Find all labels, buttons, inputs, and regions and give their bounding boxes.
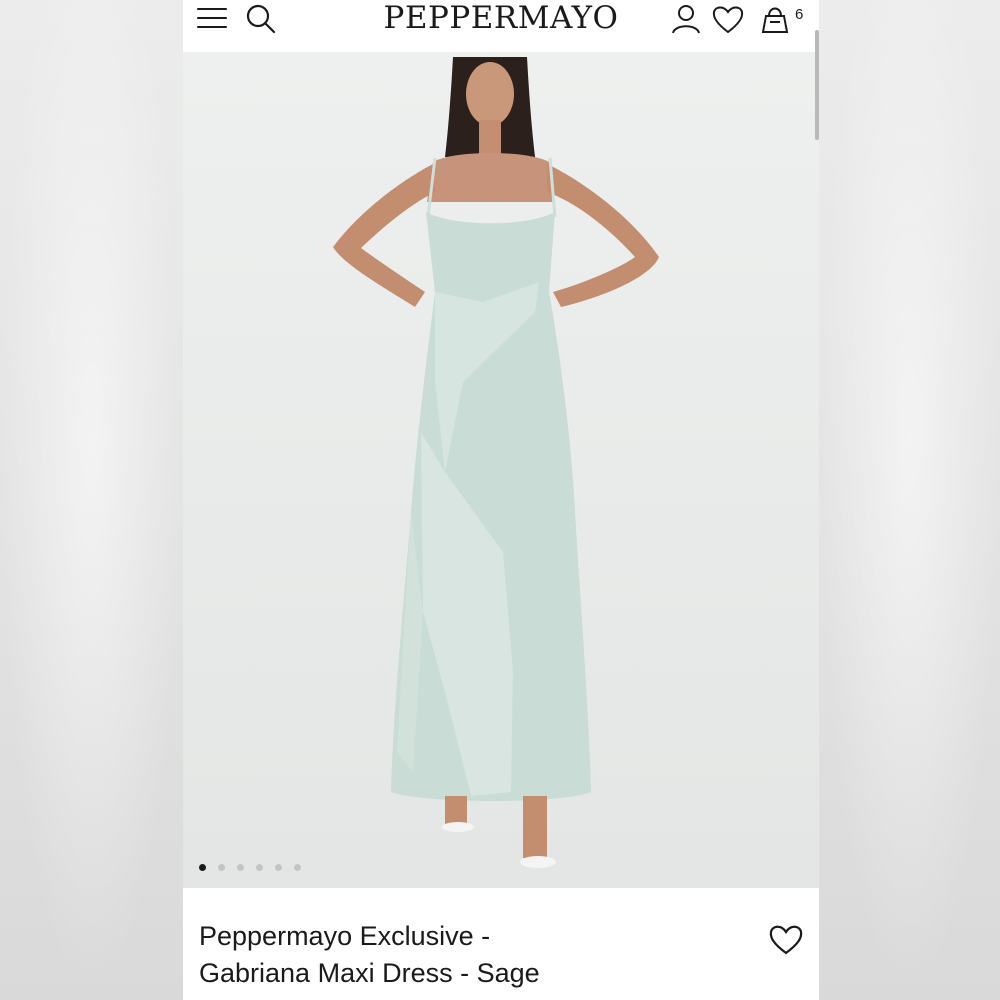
blurred-backdrop-left <box>0 0 183 1000</box>
carousel-dot-1[interactable] <box>199 864 206 871</box>
cart-count-badge: 6 <box>795 6 804 23</box>
carousel-pagination <box>199 864 301 871</box>
heart-icon[interactable] <box>768 922 804 956</box>
product-image-gallery[interactable] <box>183 52 819 888</box>
carousel-dot-2[interactable] <box>218 864 225 871</box>
product-title: Peppermayo Exclusive - Gabriana Maxi Dre… <box>199 918 719 992</box>
carousel-dot-5[interactable] <box>275 864 282 871</box>
site-header: PEPPERMAYO 6 <box>183 0 819 52</box>
product-photo <box>333 57 659 868</box>
product-info: Peppermayo Exclusive - Gabriana Maxi Dre… <box>183 888 819 1000</box>
phone-screen: PEPPERMAYO 6 Peppermayo Exclusive - Gabr… <box>183 0 819 1000</box>
bag-icon[interactable] <box>758 2 792 36</box>
carousel-dot-6[interactable] <box>294 864 301 871</box>
wishlist-icon[interactable] <box>711 2 745 36</box>
blurred-backdrop-right <box>819 0 1000 1000</box>
carousel-dot-4[interactable] <box>256 864 263 871</box>
product-title-line-1: Peppermayo Exclusive - <box>199 921 491 951</box>
carousel-dot-3[interactable] <box>237 864 244 871</box>
account-icon[interactable] <box>669 2 703 36</box>
product-title-line-2: Gabriana Maxi Dress - Sage <box>199 958 540 988</box>
scrollbar[interactable] <box>815 30 819 140</box>
